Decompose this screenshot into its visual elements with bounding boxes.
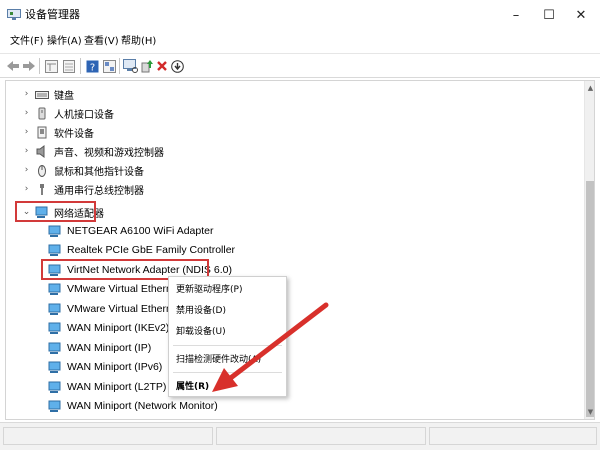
monitor-icon: [48, 361, 61, 373]
maximize-button[interactable]: ☐: [532, 4, 566, 26]
tree-label: VMware Virtual Ethernet: [67, 303, 181, 315]
menu-separator: [173, 372, 282, 373]
mouse-icon: [38, 164, 46, 177]
properties-sheet-icon[interactable]: [43, 58, 59, 74]
keyboard-icon: [35, 90, 49, 99]
tree-category-mice[interactable]: › 鼠标和其他指针设备: [22, 161, 144, 179]
highlight-network-adapters: [15, 201, 96, 222]
monitor-icon: [48, 225, 61, 237]
back-icon[interactable]: [5, 58, 21, 74]
toolbar-separator: [80, 58, 81, 74]
usb-icon: [40, 183, 44, 195]
device-tree: › 键盘 › 人机接口设备 › 软件设备 › 声音、视频和游戏控制器 › 鼠标和…: [5, 80, 595, 420]
help-icon[interactable]: ?: [84, 58, 100, 74]
tree-item-vmware-2[interactable]: VMware Virtual Ethernet: [44, 300, 181, 318]
monitor-icon: [48, 303, 61, 315]
menu-file[interactable]: 文件(F): [10, 35, 44, 49]
close-button[interactable]: ✕: [564, 4, 598, 26]
monitor-icon: [48, 400, 61, 412]
tree-item-netgear[interactable]: NETGEAR A6100 WiFi Adapter: [44, 222, 213, 240]
expand-icon[interactable]: ›: [22, 146, 31, 156]
document-icon[interactable]: [61, 58, 77, 74]
tree-item-wan-network-monitor[interactable]: WAN Miniport (Network Monitor): [44, 397, 218, 415]
status-bar: [0, 422, 600, 450]
scroll-thumb[interactable]: [586, 181, 594, 417]
tree-label: 通用串行总线控制器: [54, 185, 144, 197]
monitor-icon: [48, 381, 61, 393]
expand-icon[interactable]: ›: [22, 108, 31, 118]
uninstall-icon[interactable]: [154, 58, 170, 74]
monitor-icon: [48, 283, 61, 295]
expand-icon[interactable]: ›: [22, 184, 31, 194]
tree-label: NETGEAR A6100 WiFi Adapter: [67, 225, 214, 237]
tree-item-wan-l2tp[interactable]: WAN Miniport (L2TP): [44, 378, 166, 396]
menu-action[interactable]: 操作(A): [47, 35, 82, 49]
status-pane: [216, 427, 426, 445]
tree-item-realtek[interactable]: Realtek PCIe GbE Family Controller: [44, 241, 235, 259]
tree-label: Realtek PCIe GbE Family Controller: [67, 244, 236, 256]
expand-icon[interactable]: ›: [22, 89, 31, 99]
update-driver-icon[interactable]: [139, 58, 155, 74]
scroll-down-icon[interactable]: ▼: [586, 407, 594, 417]
tree-label: 声音、视频和游戏控制器: [54, 147, 164, 159]
expand-icon[interactable]: ›: [22, 165, 31, 175]
tree-label: WAN Miniport (IP): [67, 342, 152, 354]
menu-properties[interactable]: 属性(R): [176, 379, 209, 392]
device-manager-icon: [7, 9, 21, 20]
toolbar-separator: [39, 58, 40, 74]
svg-text:?: ?: [89, 62, 94, 73]
status-pane: [3, 427, 213, 445]
download-icon[interactable]: [169, 58, 185, 74]
expand-icon[interactable]: ›: [22, 127, 31, 137]
monitor-icon: [48, 244, 61, 256]
title-bar: 设备管理器 – ☐ ✕: [0, 0, 600, 31]
menu-update-driver[interactable]: 更新驱动程序(P): [176, 282, 242, 295]
tree-label: WAN Miniport (L2TP): [67, 381, 167, 393]
tree-label: 软件设备: [54, 128, 94, 140]
menu-disable-device[interactable]: 禁用设备(D): [176, 303, 226, 316]
speaker-icon: [36, 144, 45, 158]
window-title: 设备管理器: [25, 8, 80, 21]
tree-label: VMware Virtual Ethernet: [67, 283, 181, 295]
tree-category-sound-video-game[interactable]: › 声音、视频和游戏控制器: [22, 142, 164, 160]
tree-item-vmware-1[interactable]: VMware Virtual Ethernet: [44, 280, 181, 298]
minimize-button[interactable]: –: [499, 4, 533, 26]
scan-monitor-icon[interactable]: [122, 58, 138, 74]
tree-label: 键盘: [54, 90, 74, 102]
menu-view[interactable]: 查看(V): [84, 35, 119, 49]
menu-bar: 文件(F) 操作(A) 查看(V) 帮助(H): [0, 31, 600, 53]
menu-help[interactable]: 帮助(H): [121, 35, 156, 49]
tree-label: WAN Miniport (IPv6): [67, 361, 163, 373]
tree-label: 鼠标和其他指针设备: [54, 166, 144, 178]
toolbar-separator: [119, 58, 120, 74]
monitor-icon: [48, 342, 61, 354]
vertical-scrollbar[interactable]: ▲ ▼: [584, 81, 594, 419]
scroll-up-icon[interactable]: ▲: [586, 83, 594, 93]
tree-label: 人机接口设备: [54, 109, 114, 121]
tree-category-software-devices[interactable]: › 软件设备: [22, 123, 94, 141]
tree-category-keyboard[interactable]: › 键盘: [22, 85, 74, 103]
tree-label: WAN Miniport (Network Monitor): [67, 400, 218, 412]
view-icon[interactable]: [101, 58, 117, 74]
tree-label: WAN Miniport (IKEv2): [67, 322, 170, 334]
forward-icon[interactable]: [21, 58, 37, 74]
tree-category-hid[interactable]: › 人机接口设备: [22, 104, 114, 122]
tree-item-wan-ip[interactable]: WAN Miniport (IP): [44, 339, 151, 357]
menu-scan-hardware[interactable]: 扫描检测硬件改动(A): [176, 352, 261, 365]
monitor-icon: [48, 322, 61, 334]
context-menu: 更新驱动程序(P) 禁用设备(D) 卸载设备(U) 扫描检测硬件改动(A) 属性…: [168, 276, 287, 397]
hid-icon: [38, 107, 46, 119]
tree-category-usb[interactable]: › 通用串行总线控制器: [22, 180, 144, 198]
toolbar: ?: [0, 53, 600, 78]
tree-item-wan-ikev2[interactable]: WAN Miniport (IKEv2): [44, 319, 169, 337]
status-pane: [429, 427, 597, 445]
menu-separator: [173, 345, 282, 346]
tree-item-wan-ipv6[interactable]: WAN Miniport (IPv6): [44, 358, 162, 376]
software-device-icon: [37, 126, 47, 138]
menu-uninstall-device[interactable]: 卸载设备(U): [176, 324, 226, 337]
